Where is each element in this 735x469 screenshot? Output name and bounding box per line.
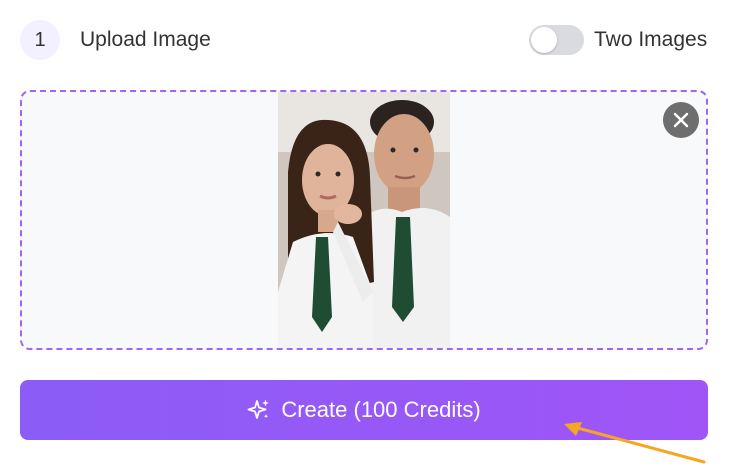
two-images-toggle[interactable] bbox=[529, 25, 584, 55]
uploaded-image-preview bbox=[278, 92, 450, 348]
uploaded-photo bbox=[278, 92, 450, 348]
two-images-label: Two Images bbox=[594, 28, 708, 51]
arrow-annotation-icon bbox=[564, 422, 706, 464]
step-number: 1 bbox=[34, 28, 46, 51]
close-icon bbox=[673, 112, 689, 128]
upload-panel: 1 Upload Image Two Images Create (100 Cr… bbox=[0, 0, 735, 469]
step-number-badge: 1 bbox=[20, 20, 60, 60]
upload-image-title: Upload Image bbox=[80, 28, 211, 51]
image-dropzone[interactable] bbox=[20, 90, 708, 350]
sparkle-icon bbox=[247, 399, 270, 419]
toggle-knob bbox=[531, 27, 557, 53]
remove-image-button[interactable] bbox=[663, 102, 699, 138]
create-button-label: Create (100 Credits) bbox=[281, 397, 481, 422]
